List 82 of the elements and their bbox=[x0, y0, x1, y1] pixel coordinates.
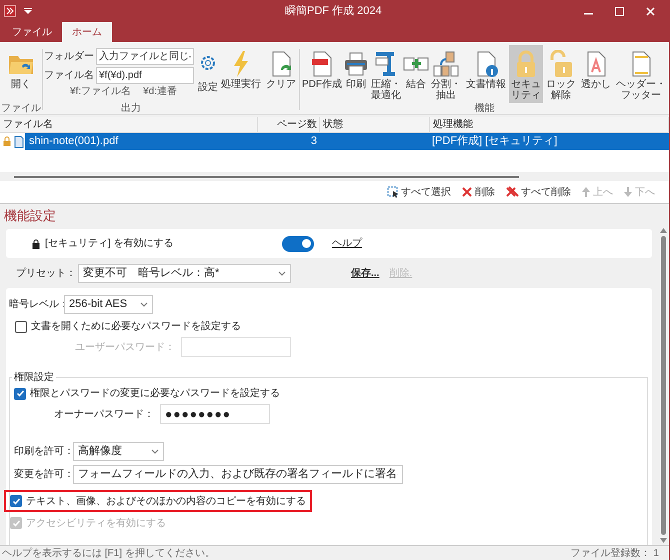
delete-icon bbox=[461, 186, 473, 198]
split-pages-icon bbox=[432, 50, 460, 78]
up-arrow-icon bbox=[581, 186, 591, 198]
checkbox[interactable] bbox=[10, 495, 22, 507]
preset-label: プリセット： bbox=[16, 266, 76, 280]
field-label: ユーザーパスワード： bbox=[75, 340, 175, 354]
chevron-down-icon bbox=[278, 270, 286, 276]
select-all-icon bbox=[387, 186, 399, 198]
ribbon-button[interactable]: 圧縮・最適化 bbox=[369, 45, 403, 103]
column-header[interactable]: ページ数 bbox=[258, 117, 320, 132]
owner-password-field[interactable]: ●●●●●●●● bbox=[160, 404, 270, 424]
help-link[interactable]: ヘルプ bbox=[332, 236, 362, 251]
ribbon-button[interactable]: 印刷 bbox=[344, 45, 368, 103]
ribbon-button[interactable]: ロック解除 bbox=[544, 45, 578, 103]
chevron-down-icon bbox=[140, 302, 148, 307]
field-label: オーナーパスワード： bbox=[54, 408, 154, 422]
printer-icon bbox=[343, 51, 369, 77]
filename-field[interactable]: ¥f(¥d).pdf bbox=[96, 67, 194, 84]
unlocked-lock-icon bbox=[549, 50, 573, 78]
app-logo-icon bbox=[4, 5, 16, 17]
settings-button[interactable]: 設定 bbox=[198, 48, 218, 98]
window-title: 瞬簡PDF 作成 2024 bbox=[285, 4, 382, 19]
file-count: ファイル登録数： 1 bbox=[570, 546, 659, 560]
field-label: 印刷を許可： bbox=[14, 444, 73, 459]
file-icon bbox=[14, 136, 24, 148]
folder-select[interactable]: 入力ファイルと同じ bbox=[96, 48, 194, 65]
preset-select[interactable]: 変更不可 暗号レベル：高* bbox=[78, 264, 291, 282]
enable-label: [セキュリティ] を有効にする bbox=[45, 236, 174, 251]
column-header[interactable]: 状態 bbox=[320, 117, 430, 132]
change-permission-select[interactable]: フォームフィールドの入力、および既存の署名フィールドに署名 bbox=[73, 465, 403, 484]
ribbon-button[interactable]: クリア bbox=[264, 45, 298, 103]
ribbon-button[interactable]: PDF作成 bbox=[301, 45, 343, 103]
table-cell-text: shin-note(001).pdf bbox=[28, 134, 120, 150]
field-label: ファイル名 bbox=[44, 69, 92, 83]
toolbar-button[interactable]: すべて選択 bbox=[387, 184, 451, 200]
quick-access-dropdown-icon[interactable] bbox=[24, 8, 32, 14]
ribbon-button[interactable]: 開く bbox=[9, 45, 33, 103]
group-label: ファイル bbox=[1, 103, 41, 115]
file-row[interactable]: shin-note(001).pdf 3 [PDF作成] [セキュリティ] bbox=[25, 133, 669, 150]
checkbox-label: 文書を開くために必要なパスワードを設定する bbox=[31, 320, 241, 334]
ribbon-tab[interactable]: ファイル bbox=[2, 22, 62, 42]
group-label: 出力 bbox=[121, 103, 141, 115]
field-label: フォルダー bbox=[44, 50, 92, 64]
ribbon-button[interactable]: 結合 bbox=[404, 45, 428, 103]
checkbox-label: アクセシビリティを有効にする bbox=[26, 516, 166, 530]
ribbon-button[interactable]: 処理実行 bbox=[219, 45, 263, 103]
chevron-down-icon bbox=[151, 449, 159, 454]
scroll-down-arrow-icon[interactable] bbox=[660, 538, 666, 543]
checkbox-label: 権限とパスワードの変更に必要なパスワードを設定する bbox=[30, 386, 280, 401]
encryption-select[interactable]: 256-bit AES bbox=[64, 295, 153, 314]
toolbar-button[interactable]: すべて削除 bbox=[505, 184, 571, 200]
ribbon-button[interactable]: 分割・抽出 bbox=[429, 45, 463, 103]
lock-icon bbox=[514, 50, 538, 78]
section-heading: 機能設定 bbox=[3, 207, 57, 225]
table-cell-text: [PDF作成] [セキュリティ] bbox=[431, 134, 558, 150]
ribbon-button[interactable]: セキュリティ bbox=[509, 45, 543, 103]
down-arrow-icon bbox=[623, 186, 633, 198]
toggle-switch[interactable] bbox=[282, 236, 314, 252]
print-permission-select[interactable]: 高解像度 bbox=[73, 442, 164, 461]
checkbox[interactable] bbox=[14, 388, 26, 400]
scroll-up-arrow-icon[interactable] bbox=[660, 228, 666, 233]
ribbon-button[interactable]: 透かし bbox=[579, 45, 613, 103]
hint-text: ¥f:ファイル名 bbox=[70, 86, 132, 98]
save-link[interactable]: 保存... bbox=[351, 266, 380, 280]
lock-icon bbox=[32, 238, 40, 248]
table-cell-text: 3 bbox=[310, 134, 318, 150]
field-label: 変更を許可： bbox=[14, 468, 73, 482]
close-icon[interactable] bbox=[646, 6, 655, 16]
checkbox-label: テキスト、画像、およびそのほかの内容のコピーを有効にする bbox=[26, 494, 306, 508]
toolbar-button[interactable]: 削除 bbox=[461, 184, 495, 200]
ribbon-button[interactable]: 文書情報 bbox=[464, 45, 508, 103]
ribbon-button[interactable]: ヘッダー・フッター bbox=[614, 45, 668, 103]
delete-all-icon bbox=[505, 186, 519, 198]
lock-icon bbox=[3, 136, 11, 147]
hint-text: ¥d:連番 bbox=[143, 86, 178, 98]
group-label: 機能 bbox=[474, 103, 494, 115]
maximize-icon[interactable] bbox=[615, 6, 624, 16]
status-hint: ヘルプを表示するには [F1] を押してください。 bbox=[2, 546, 215, 560]
column-header[interactable]: ファイル名 bbox=[0, 117, 258, 132]
horizontal-scrollbar[interactable] bbox=[14, 176, 519, 178]
column-header[interactable]: 処理機能 bbox=[430, 117, 669, 132]
ribbon-tab[interactable]: ホーム bbox=[62, 22, 112, 42]
